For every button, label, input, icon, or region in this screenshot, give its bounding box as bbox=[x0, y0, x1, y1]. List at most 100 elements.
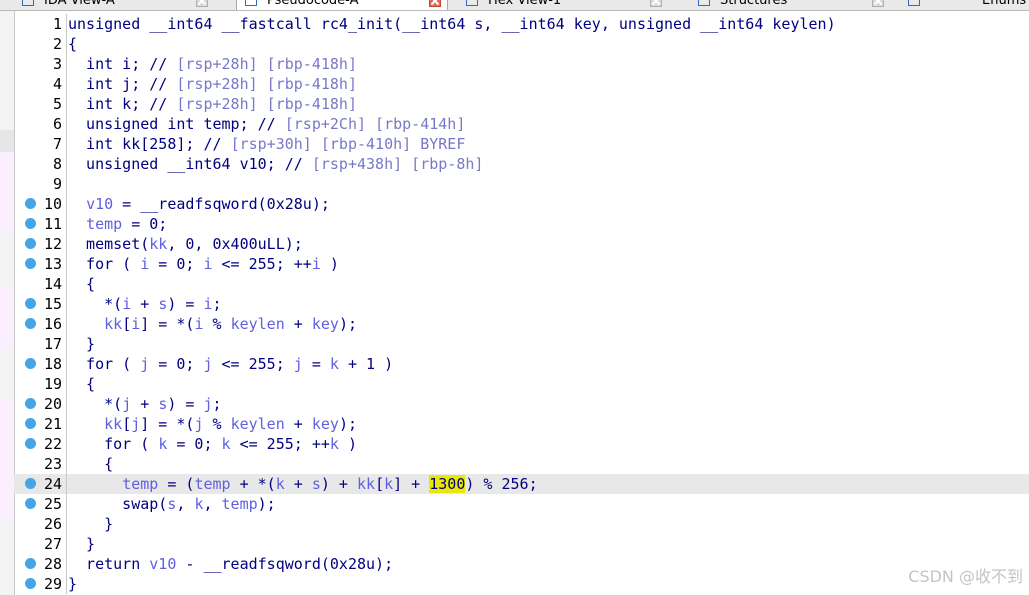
code-text[interactable]: memset(kk, 0, 0x400uLL); bbox=[68, 234, 303, 254]
code-text[interactable]: { bbox=[68, 374, 95, 394]
breakpoint-dot-icon[interactable] bbox=[25, 438, 36, 449]
code-line[interactable]: 23 { bbox=[14, 454, 1029, 474]
code-line[interactable]: 4 int j; // [rsp+28h] [rbp-418h] bbox=[14, 74, 1029, 94]
breakpoint-dot-icon[interactable] bbox=[25, 238, 36, 249]
breakpoint-dot-icon[interactable] bbox=[25, 478, 36, 489]
code-line[interactable]: 19 { bbox=[14, 374, 1029, 394]
breakpoint-dot-icon[interactable] bbox=[25, 218, 36, 229]
code-text[interactable]: } bbox=[68, 334, 95, 354]
tab-hex-view-1[interactable]: Hex View-1 bbox=[458, 0, 668, 10]
code-variable[interactable]: v10 bbox=[149, 555, 176, 573]
code-variable[interactable]: i bbox=[131, 315, 140, 333]
code-variable[interactable]: temp bbox=[222, 495, 258, 513]
code-variable[interactable]: v10 bbox=[86, 195, 113, 213]
highlighted-token[interactable]: 300 bbox=[438, 475, 466, 493]
code-variable[interactable]: i bbox=[203, 295, 212, 313]
code-variable[interactable]: j bbox=[122, 395, 131, 413]
code-variable[interactable]: j bbox=[294, 355, 303, 373]
code-line[interactable]: 11 temp = 0; bbox=[14, 214, 1029, 234]
code-text[interactable]: temp = 0; bbox=[68, 214, 167, 234]
breakpoint-dot-icon[interactable] bbox=[25, 358, 36, 369]
close-icon[interactable] bbox=[429, 0, 441, 7]
code-variable[interactable]: j bbox=[203, 395, 212, 413]
tab-pseudocode-a[interactable]: Pseudocode-A bbox=[236, 0, 448, 10]
tab-enums[interactable]: Enums bbox=[900, 0, 1029, 10]
code-variable[interactable]: j bbox=[203, 355, 212, 373]
code-text[interactable]: int i; // [rsp+28h] [rbp-418h] bbox=[68, 54, 357, 74]
code-line[interactable]: 17 } bbox=[14, 334, 1029, 354]
close-icon[interactable] bbox=[872, 0, 884, 7]
code-variable[interactable]: k bbox=[330, 355, 339, 373]
code-variable[interactable]: kk bbox=[104, 315, 122, 333]
code-text[interactable]: kk[i] = *(i % keylen + key); bbox=[68, 314, 357, 334]
code-text[interactable]: { bbox=[68, 34, 77, 54]
breakpoint-dot-icon[interactable] bbox=[25, 318, 36, 329]
code-line[interactable]: 25 swap(s, k, temp); bbox=[14, 494, 1029, 514]
breakpoint-dot-icon[interactable] bbox=[25, 198, 36, 209]
code-text[interactable]: } bbox=[68, 534, 95, 554]
code-text[interactable]: v10 = __readfsqword(0x28u); bbox=[68, 194, 330, 214]
code-variable[interactable]: key bbox=[312, 415, 339, 433]
breakpoint-dot-icon[interactable] bbox=[25, 558, 36, 569]
code-variable[interactable]: i bbox=[312, 255, 321, 273]
code-line[interactable]: 14 { bbox=[14, 274, 1029, 294]
code-text[interactable]: } bbox=[68, 514, 113, 534]
code-variable[interactable]: kk bbox=[104, 415, 122, 433]
code-text[interactable]: *(i + s) = i; bbox=[68, 294, 221, 314]
code-variable[interactable]: kk bbox=[149, 235, 167, 253]
code-text[interactable]: return v10 - __readfsqword(0x28u); bbox=[68, 554, 393, 574]
code-line[interactable]: 27 } bbox=[14, 534, 1029, 554]
code-text[interactable]: for ( j = 0; j <= 255; j = k + 1 ) bbox=[68, 354, 393, 374]
code-line[interactable]: 21 kk[j] = *(j % keylen + key); bbox=[14, 414, 1029, 434]
code-text[interactable]: for ( k = 0; k <= 255; ++k ) bbox=[68, 434, 357, 454]
code-text[interactable]: { bbox=[68, 274, 95, 294]
code-text[interactable]: temp = (temp + *(k + s) + kk[k] + 1300) … bbox=[68, 474, 538, 494]
breakpoint-dot-icon[interactable] bbox=[25, 418, 36, 429]
code-text[interactable]: kk[j] = *(j % keylen + key); bbox=[68, 414, 357, 434]
code-variable[interactable]: i bbox=[122, 295, 131, 313]
code-line[interactable]: 5 int k; // [rsp+28h] [rbp-418h] bbox=[14, 94, 1029, 114]
code-variable[interactable]: keylen bbox=[231, 315, 285, 333]
code-line[interactable]: 2{ bbox=[14, 34, 1029, 54]
code-text[interactable]: int k; // [rsp+28h] [rbp-418h] bbox=[68, 94, 357, 114]
code-text[interactable]: } bbox=[68, 574, 77, 594]
code-text[interactable]: unsigned int temp; // [rsp+2Ch] [rbp-414… bbox=[68, 114, 465, 134]
code-line[interactable]: 15 *(i + s) = i; bbox=[14, 294, 1029, 314]
code-line[interactable]: 18 for ( j = 0; j <= 255; j = k + 1 ) bbox=[14, 354, 1029, 374]
breakpoint-dot-icon[interactable] bbox=[25, 498, 36, 509]
code-line[interactable]: 10 v10 = __readfsqword(0x28u); bbox=[14, 194, 1029, 214]
pseudocode-editor[interactable]: 1 unsigned __int64 __fastcall rc4_init(__… bbox=[14, 14, 1029, 594]
code-variable[interactable]: kk bbox=[357, 475, 375, 493]
code-variable[interactable]: k bbox=[276, 475, 285, 493]
code-variable[interactable]: i bbox=[203, 255, 212, 273]
code-line[interactable]: 24 temp = (temp + *(k + s) + kk[k] + 130… bbox=[14, 474, 1029, 494]
code-variable[interactable]: key bbox=[312, 315, 339, 333]
close-icon[interactable] bbox=[196, 0, 208, 7]
highlighted-token[interactable]: 1 bbox=[429, 475, 439, 493]
code-line[interactable]: 26 } bbox=[14, 514, 1029, 534]
code-variable[interactable]: j bbox=[140, 355, 149, 373]
close-icon[interactable] bbox=[650, 0, 662, 7]
tab-ida-view-a[interactable]: IDA View-A bbox=[14, 0, 214, 10]
code-line[interactable]: 20 *(j + s) = j; bbox=[14, 394, 1029, 414]
code-variable[interactable]: k bbox=[384, 475, 393, 493]
code-text[interactable]: unsigned __int64 v10; // [rsp+438h] [rbp… bbox=[68, 154, 483, 174]
code-variable[interactable]: k bbox=[158, 435, 167, 453]
code-variable[interactable]: temp bbox=[86, 215, 122, 233]
code-text[interactable]: unsigned __int64 __fastcall rc4_init(__i… bbox=[68, 14, 836, 34]
code-variable[interactable]: j bbox=[131, 415, 140, 433]
code-line[interactable]: 13 for ( i = 0; i <= 255; ++i ) bbox=[14, 254, 1029, 274]
code-variable[interactable]: s bbox=[312, 475, 321, 493]
code-line[interactable]: 12 memset(kk, 0, 0x400uLL); bbox=[14, 234, 1029, 254]
code-text[interactable]: for ( i = 0; i <= 255; ++i ) bbox=[68, 254, 339, 274]
code-line[interactable]: 7 int kk[258]; // [rsp+30h] [rbp-410h] B… bbox=[14, 134, 1029, 154]
tab-structures[interactable]: Structures bbox=[690, 0, 890, 10]
code-text[interactable]: int kk[258]; // [rsp+30h] [rbp-410h] BYR… bbox=[68, 134, 465, 154]
code-text[interactable]: { bbox=[68, 454, 113, 474]
code-line[interactable]: 1 unsigned __int64 __fastcall rc4_init(__… bbox=[14, 14, 1029, 34]
code-line[interactable]: 6 unsigned int temp; // [rsp+2Ch] [rbp-4… bbox=[14, 114, 1029, 134]
code-line[interactable]: 22 for ( k = 0; k <= 255; ++k ) bbox=[14, 434, 1029, 454]
code-variable[interactable]: temp bbox=[194, 475, 230, 493]
code-line[interactable]: 3 int i; // [rsp+28h] [rbp-418h] bbox=[14, 54, 1029, 74]
code-variable[interactable]: temp bbox=[122, 475, 158, 493]
